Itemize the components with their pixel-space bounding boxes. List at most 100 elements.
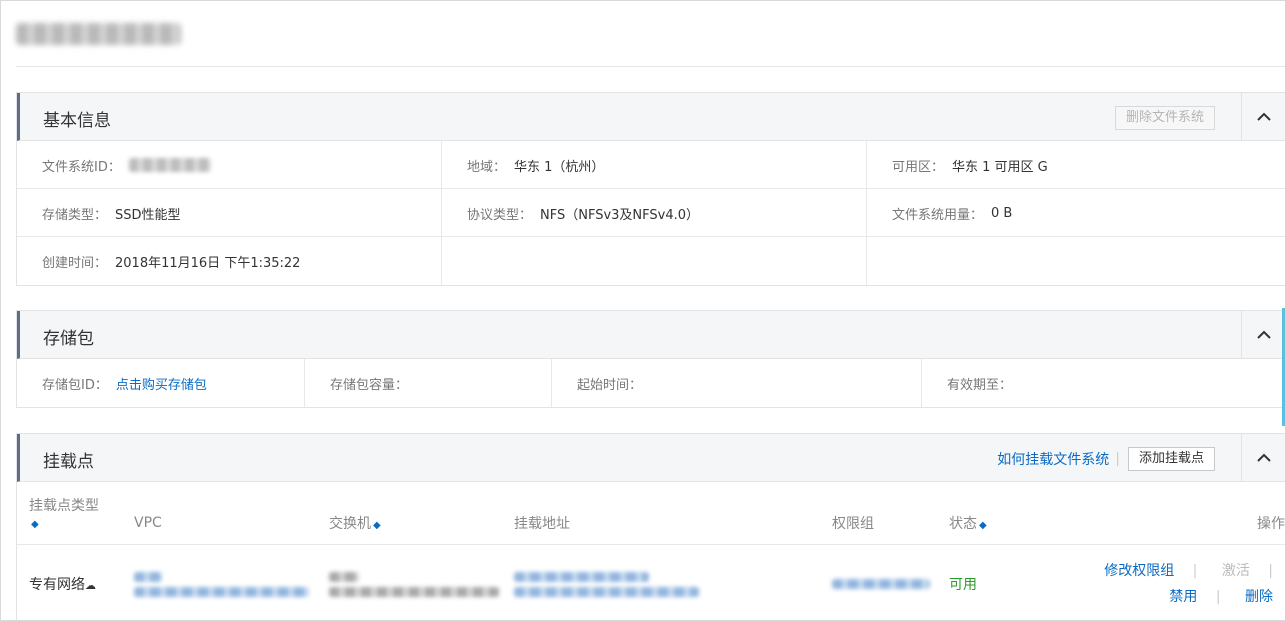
region-value: 华东 1（杭州） (514, 159, 605, 175)
redacted-permission-group[interactable] (832, 579, 930, 590)
storage-type-label: 存储类型： (42, 207, 108, 223)
zone-label: 可用区： (892, 159, 945, 175)
storage-package-row: 存储包ID： 点击购买存储包 存储包容量： 起始时间： 有效期至： (17, 359, 1285, 407)
mount-points-table: 挂载点类型 ◆ VPC 交换机 ◆ 挂载地址 权限组 状态 ◆ 操作 专有网络☁… (17, 482, 1285, 621)
empty-cell (442, 237, 867, 285)
created-value: 2018年11月16日 下午1:35:22 (115, 255, 301, 271)
region-label: 地域： (467, 159, 507, 175)
cell-type: 专有网络☁ (17, 544, 122, 621)
col-vswitch: 交换机 ◆ (317, 482, 502, 545)
start-time-cell: 起始时间： (552, 359, 922, 407)
redacted-vpc-id[interactable] (134, 586, 309, 597)
redacted-fs-id (128, 158, 211, 172)
redacted-mount-address[interactable] (514, 586, 699, 597)
divider: | (1215, 589, 1221, 606)
actions-line-2: 禁用 | 删除 (1069, 584, 1273, 610)
cell-actions: 修改权限组 | 激活 | 禁用 | 删除 (1057, 544, 1285, 621)
table-row: 专有网络☁ 可用 修改权限组 | 激活 | 禁用 | 删除 (17, 544, 1285, 621)
cell-vswitch (317, 544, 502, 621)
protocol-cell: 协议类型： NFS（NFSv3及NFSv4.0） (442, 189, 867, 237)
storage-package-panel: 存储包 存储包ID： 点击购买存储包 存储包容量： 起始时间： 有效期至： (16, 310, 1285, 408)
sort-icon[interactable]: ◆ (373, 520, 381, 531)
col-status: 状态 ◆ (937, 482, 1057, 545)
basic-info-title: 基本信息 (43, 111, 111, 131)
delete-mount-point-button[interactable]: 删除 (1245, 589, 1273, 605)
sort-icon[interactable]: ◆ (979, 520, 987, 531)
col-address-label: 挂载地址 (514, 515, 570, 532)
col-address: 挂载地址 (502, 482, 820, 545)
table-header-row: 挂载点类型 ◆ VPC 交换机 ◆ 挂载地址 权限组 状态 ◆ 操作 (17, 482, 1285, 545)
col-type: 挂载点类型 ◆ (17, 482, 122, 545)
basic-info-panel: 基本信息 删除文件系统 文件系统ID： 地域： 华东 1（杭州） 可用区： 华东… (16, 92, 1285, 286)
protocol-value: NFS（NFSv3及NFSv4.0） (540, 207, 700, 223)
modify-permission-group-button[interactable]: 修改权限组 (1104, 563, 1174, 579)
divider: | (1192, 563, 1198, 580)
add-mount-point-button[interactable]: 添加挂载点 (1127, 447, 1215, 471)
redacted-vswitch-name (329, 571, 359, 582)
fs-id-label: 文件系统ID： (42, 159, 121, 175)
chevron-up-icon (1256, 453, 1271, 462)
usage-value: 0 B (991, 205, 1013, 221)
col-permission-label: 权限组 (832, 515, 874, 532)
redacted-vpc-link[interactable] (134, 571, 162, 582)
col-type-label: 挂载点类型 (29, 497, 99, 514)
storage-package-header: 存储包 (17, 311, 1285, 359)
basic-info-collapse-button[interactable] (1241, 93, 1285, 140)
redacted-mount-address[interactable] (514, 571, 649, 582)
chevron-up-icon (1256, 330, 1271, 339)
expire-label: 有效期至： (947, 377, 1013, 393)
disable-button[interactable]: 禁用 (1169, 589, 1197, 605)
mount-points-title: 挂载点 (43, 452, 94, 472)
page-title (16, 20, 181, 48)
basic-info-row: 创建时间： 2018年11月16日 下午1:35:22 (17, 237, 1285, 285)
cell-permission-group (820, 544, 937, 621)
buy-storage-package-link[interactable]: 点击购买存储包 (116, 374, 207, 393)
col-status-label: 状态 (949, 515, 977, 532)
how-to-mount-link[interactable]: 如何挂载文件系统 (997, 449, 1109, 469)
fs-id-cell: 文件系统ID： (17, 141, 442, 189)
cell-address (502, 544, 820, 621)
empty-cell (867, 237, 1285, 285)
mount-points-header: 挂载点 如何挂载文件系统 | 添加挂载点 (17, 434, 1285, 482)
col-permission-group: 权限组 (820, 482, 937, 545)
basic-info-header: 基本信息 删除文件系统 (17, 93, 1285, 141)
col-vpc: VPC (122, 482, 317, 545)
storage-type-cell: 存储类型： SSD性能型 (17, 189, 442, 237)
col-vswitch-label: 交换机 (329, 515, 371, 532)
cell-vpc (122, 544, 317, 621)
storage-type-value: SSD性能型 (115, 207, 181, 223)
usage-cell: 文件系统用量： 0 B (867, 189, 1285, 237)
divider: | (1268, 563, 1273, 580)
redacted-vswitch-id (329, 586, 499, 597)
storage-package-title: 存储包 (43, 329, 94, 349)
activate-button[interactable]: 激活 (1222, 563, 1250, 579)
redacted-filesystem-name (16, 23, 181, 45)
zone-cell: 可用区： 华东 1 可用区 G (867, 141, 1285, 189)
region-cell: 地域： 华东 1（杭州） (442, 141, 867, 189)
title-divider (16, 66, 1285, 67)
cloud-icon: ☁ (85, 579, 96, 593)
created-label: 创建时间： (42, 255, 108, 271)
storage-package-collapse-button[interactable] (1241, 311, 1285, 358)
col-actions: 操作 (1057, 482, 1285, 545)
mount-points-panel: 挂载点 如何挂载文件系统 | 添加挂载点 挂载点类型 ◆ VPC 交换机 ◆ 挂… (16, 433, 1285, 621)
delete-filesystem-button[interactable]: 删除文件系统 (1114, 106, 1215, 130)
mount-points-collapse-button[interactable] (1241, 434, 1285, 481)
mount-type-value: 专有网络 (29, 577, 85, 594)
capacity-cell: 存储包容量： (305, 359, 552, 407)
expire-cell: 有效期至： (922, 359, 1285, 407)
usage-label: 文件系统用量： (892, 207, 984, 223)
actions-line-1: 修改权限组 | 激活 | (1069, 558, 1273, 584)
zone-value: 华东 1 可用区 G (952, 159, 1048, 175)
basic-info-row: 文件系统ID： 地域： 华东 1（杭州） 可用区： 华东 1 可用区 G (17, 141, 1285, 189)
col-vpc-label: VPC (134, 514, 162, 531)
chevron-up-icon (1256, 112, 1271, 121)
col-actions-label: 操作 (1257, 515, 1285, 532)
capacity-label: 存储包容量： (330, 377, 409, 393)
created-cell: 创建时间： 2018年11月16日 下午1:35:22 (17, 237, 442, 285)
status-badge: 可用 (949, 577, 977, 594)
sort-icon[interactable]: ◆ (31, 519, 39, 530)
start-time-label: 起始时间： (577, 377, 643, 393)
pkg-id-label: 存储包ID： (42, 377, 108, 393)
basic-info-row: 存储类型： SSD性能型 协议类型： NFS（NFSv3及NFSv4.0） 文件… (17, 189, 1285, 237)
